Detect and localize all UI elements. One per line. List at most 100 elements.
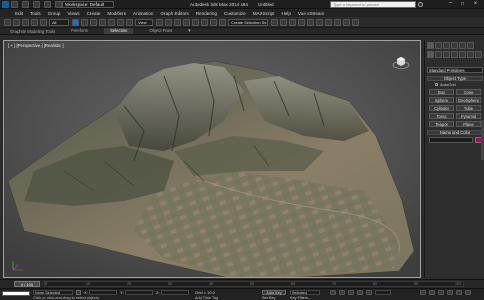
menu-item-maxscript[interactable]: MAXScript xyxy=(253,11,275,16)
y-coordinate-field[interactable] xyxy=(125,290,153,295)
menu-item-tools[interactable]: Tools xyxy=(30,11,41,16)
go-to-end-icon[interactable] xyxy=(366,290,372,295)
current-frame-field[interactable] xyxy=(375,290,391,295)
key-mode-dropdown[interactable]: Selected xyxy=(290,290,320,295)
render-setup-icon[interactable] xyxy=(334,18,341,26)
object-name-field[interactable] xyxy=(429,137,473,143)
geosphere-button[interactable]: GeoSphere xyxy=(456,97,481,103)
tab-object-paint[interactable]: Object Paint xyxy=(143,28,178,34)
app-logo-icon[interactable] xyxy=(2,1,9,8)
ribbon-options-icon[interactable]: ▾ xyxy=(188,28,191,34)
play-icon[interactable] xyxy=(348,290,354,295)
key-filters-button[interactable]: Key Filters... xyxy=(290,296,311,300)
material-editor-icon[interactable] xyxy=(325,18,332,26)
menu-item-views[interactable]: Views xyxy=(67,11,79,16)
set-key-button[interactable]: Set Key xyxy=(262,296,275,300)
menu-item-graph-editors[interactable]: Graph Editors xyxy=(160,11,188,16)
layer-manager-icon[interactable] xyxy=(289,18,296,26)
select-rotate-icon[interactable] xyxy=(117,18,124,26)
select-move-icon[interactable] xyxy=(108,18,115,26)
auto-key-button[interactable]: Auto Key xyxy=(262,290,286,295)
select-scale-icon[interactable] xyxy=(126,18,133,26)
keyboard-shortcut-icon[interactable] xyxy=(174,18,181,26)
select-manipulate-icon[interactable] xyxy=(165,18,172,26)
perspective-viewport[interactable]: [ + ] [Perspective ] [Realistic ] xyxy=(3,40,421,278)
redo-icon[interactable] xyxy=(55,1,62,8)
next-frame-icon[interactable] xyxy=(357,290,363,295)
name-and-color-rollout[interactable]: Name and Color xyxy=(427,130,483,135)
sphere-button[interactable]: Sphere xyxy=(429,97,454,103)
zoom-extents-icon[interactable] xyxy=(438,290,444,295)
align-icon[interactable] xyxy=(280,18,287,26)
search-input[interactable]: Type a keyword or phrase xyxy=(330,1,416,8)
create-tab-icon[interactable] xyxy=(427,42,434,49)
mirror-icon[interactable] xyxy=(271,18,278,26)
workspace-dropdown[interactable]: Workspace: Default xyxy=(62,1,114,8)
tube-button[interactable]: Tube xyxy=(456,105,481,111)
snaps-toggle-icon[interactable] xyxy=(183,18,190,26)
menu-item-vue-xstream[interactable]: Vue xStream xyxy=(298,11,324,16)
lock-selection-icon[interactable] xyxy=(76,290,81,295)
schematic-view-icon[interactable] xyxy=(316,18,323,26)
previous-frame-icon[interactable] xyxy=(339,290,345,295)
curve-editor-icon[interactable] xyxy=(307,18,314,26)
menu-item-rendering[interactable]: Rendering xyxy=(196,11,217,16)
systems-icon[interactable] xyxy=(475,51,482,58)
shapes-icon[interactable] xyxy=(435,51,442,58)
pivot-center-icon[interactable] xyxy=(156,18,163,26)
maximize-button[interactable]: □ xyxy=(457,1,468,8)
bind-space-warp-icon[interactable] xyxy=(40,18,47,26)
undo-button[interactable] xyxy=(4,18,11,26)
x-coordinate-field[interactable] xyxy=(89,290,117,295)
unlink-icon[interactable] xyxy=(31,18,38,26)
percent-snap-icon[interactable] xyxy=(201,18,208,26)
rendered-frame-icon[interactable] xyxy=(343,18,350,26)
lights-icon[interactable] xyxy=(443,51,450,58)
orbit-icon[interactable] xyxy=(456,290,462,295)
menu-item-create[interactable]: Create xyxy=(87,11,101,16)
reference-coordinate-dropdown[interactable]: View xyxy=(135,18,153,26)
selection-filter-dropdown[interactable]: All xyxy=(49,18,69,26)
primitives-dropdown[interactable]: Standard Primitives xyxy=(427,67,483,73)
cone-button[interactable]: Cone xyxy=(456,89,481,95)
time-slider[interactable]: 0 / 100 xyxy=(14,281,40,287)
space-warps-icon[interactable] xyxy=(467,51,474,58)
object-type-rollout[interactable]: Object Type xyxy=(427,76,483,81)
edit-named-selection-icon[interactable] xyxy=(219,18,226,26)
torus-button[interactable]: Torus xyxy=(429,113,454,119)
modify-tab-icon[interactable] xyxy=(435,42,442,49)
viewport-label[interactable]: [ + ] [Perspective ] [Realistic ] xyxy=(8,43,64,48)
go-to-start-icon[interactable] xyxy=(330,290,336,295)
menu-item-modifiers[interactable]: Modifiers xyxy=(107,11,126,16)
undo-icon[interactable] xyxy=(44,1,51,8)
zoom-icon[interactable] xyxy=(420,290,426,295)
pan-icon[interactable] xyxy=(447,290,453,295)
save-icon[interactable] xyxy=(33,1,40,8)
utilities-tab-icon[interactable] xyxy=(467,42,474,49)
display-tab-icon[interactable] xyxy=(459,42,466,49)
pyramid-button[interactable]: Pyramid xyxy=(456,113,481,119)
render-production-icon[interactable] xyxy=(352,18,359,26)
menu-item-group[interactable]: Group xyxy=(48,11,61,16)
zoom-all-icon[interactable] xyxy=(429,290,435,295)
add-time-tag-button[interactable]: Add Time Tag xyxy=(195,296,218,300)
menu-item-customize[interactable]: Customize xyxy=(224,11,246,16)
motion-tab-icon[interactable] xyxy=(451,42,458,49)
angle-snap-icon[interactable] xyxy=(192,18,199,26)
maxscript-listener[interactable] xyxy=(2,291,30,296)
minimize-button[interactable]: – xyxy=(445,0,456,8)
new-icon[interactable] xyxy=(11,1,18,8)
open-icon[interactable] xyxy=(22,1,29,8)
graphite-toggle-icon[interactable] xyxy=(298,18,305,26)
cylinder-button[interactable]: Cylinder xyxy=(429,105,454,111)
select-object-icon[interactable] xyxy=(72,18,79,26)
rectangular-selection-icon[interactable] xyxy=(90,18,97,26)
menu-item-edit[interactable]: Edit xyxy=(15,11,23,16)
tab-selection[interactable]: Selection xyxy=(104,28,134,34)
timeline-track[interactable]: 0 10 20 30 40 50 60 70 80 90 100 xyxy=(44,281,464,287)
autogrid-checkbox[interactable] xyxy=(435,83,438,86)
hierarchy-tab-icon[interactable] xyxy=(443,42,450,49)
cameras-icon[interactable] xyxy=(451,51,458,58)
window-crossing-icon[interactable] xyxy=(99,18,106,26)
menu-item-help[interactable]: Help xyxy=(281,11,290,16)
